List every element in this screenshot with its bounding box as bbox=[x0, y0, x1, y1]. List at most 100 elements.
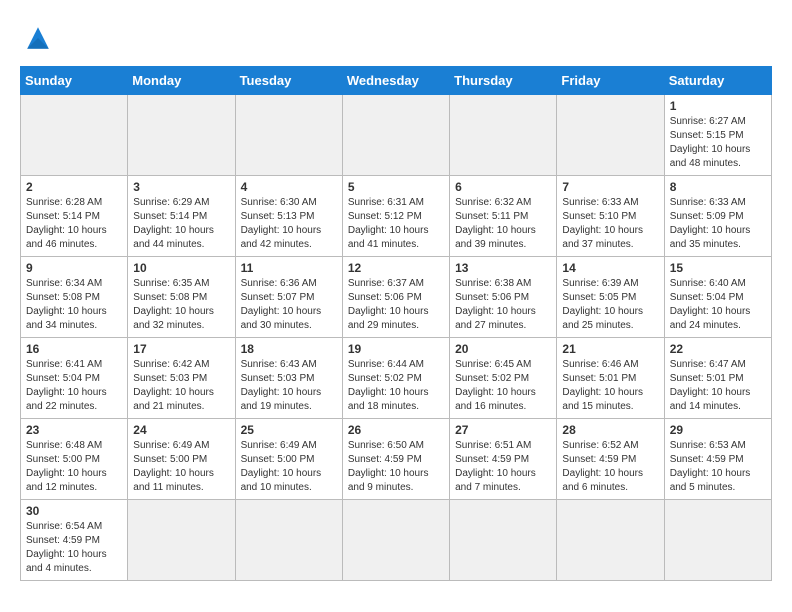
calendar-header-wednesday: Wednesday bbox=[342, 67, 449, 95]
calendar-header-thursday: Thursday bbox=[450, 67, 557, 95]
calendar-cell: 3Sunrise: 6:29 AM Sunset: 5:14 PM Daylig… bbox=[128, 176, 235, 257]
calendar-header-friday: Friday bbox=[557, 67, 664, 95]
day-info: Sunrise: 6:28 AM Sunset: 5:14 PM Dayligh… bbox=[26, 196, 122, 252]
day-info: Sunrise: 6:43 AM Sunset: 5:03 PM Dayligh… bbox=[241, 358, 337, 414]
day-number: 6 bbox=[455, 180, 551, 194]
calendar-cell: 16 Sunrise: 6:41 AM Sunset: 5:04 PM Dayli… bbox=[21, 338, 128, 419]
calendar-cell: 29 Sunrise: 6:53 AM Sunset: 4:59 PM Dayli… bbox=[664, 419, 771, 500]
calendar-cell: 15 Sunrise: 6:40 AM Sunset: 5:04 PM Dayli… bbox=[664, 257, 771, 338]
day-info: Sunrise: 6:44 AM Sunset: 5:02 PM Dayligh… bbox=[348, 358, 444, 414]
day-info: Sunrise: 6:45 AM Sunset: 5:02 PM Dayligh… bbox=[455, 358, 551, 414]
calendar-cell: 14 Sunrise: 6:39 AM Sunset: 5:05 PM Dayli… bbox=[557, 257, 664, 338]
page: SundayMondayTuesdayWednesdayThursdayFrid… bbox=[0, 0, 792, 591]
day-info: Sunrise: 6:41 AM Sunset: 5:04 PM Dayligh… bbox=[26, 358, 122, 414]
day-number: 21 bbox=[562, 342, 658, 356]
day-info: Sunrise: 6:30 AM Sunset: 5:13 PM Dayligh… bbox=[241, 196, 337, 252]
day-info: Sunrise: 6:36 AM Sunset: 5:07 PM Dayligh… bbox=[241, 277, 337, 333]
day-number: 14 bbox=[562, 261, 658, 275]
day-number: 30 bbox=[26, 504, 122, 518]
day-info: Sunrise: 6:39 AM Sunset: 5:05 PM Dayligh… bbox=[562, 277, 658, 333]
logo-icon bbox=[20, 20, 56, 56]
calendar-header-row: SundayMondayTuesdayWednesdayThursdayFrid… bbox=[21, 67, 772, 95]
day-number: 11 bbox=[241, 261, 337, 275]
calendar-cell bbox=[235, 95, 342, 176]
calendar-cell bbox=[450, 500, 557, 581]
day-info: Sunrise: 6:48 AM Sunset: 5:00 PM Dayligh… bbox=[26, 439, 122, 495]
day-number: 19 bbox=[348, 342, 444, 356]
calendar-cell: 4Sunrise: 6:30 AM Sunset: 5:13 PM Daylig… bbox=[235, 176, 342, 257]
calendar-table: SundayMondayTuesdayWednesdayThursdayFrid… bbox=[20, 66, 772, 581]
calendar-header-tuesday: Tuesday bbox=[235, 67, 342, 95]
calendar-cell bbox=[342, 95, 449, 176]
calendar-cell: 1 Sunrise: 6:27 AM Sunset: 5:15 PM Daylig… bbox=[664, 95, 771, 176]
day-number: 1 bbox=[670, 99, 766, 113]
header bbox=[20, 20, 772, 56]
calendar-week-2: 2 Sunrise: 6:28 AM Sunset: 5:14 PM Daylig… bbox=[21, 176, 772, 257]
day-number: 3 bbox=[133, 180, 229, 194]
calendar-cell: 28 Sunrise: 6:52 AM Sunset: 4:59 PM Dayli… bbox=[557, 419, 664, 500]
calendar-week-6: 30 Sunrise: 6:54 AM Sunset: 4:59 PM Dayli… bbox=[21, 500, 772, 581]
logo bbox=[20, 20, 62, 56]
calendar-cell: 26 Sunrise: 6:50 AM Sunset: 4:59 PM Dayli… bbox=[342, 419, 449, 500]
day-info: Sunrise: 6:42 AM Sunset: 5:03 PM Dayligh… bbox=[133, 358, 229, 414]
calendar-cell: 27 Sunrise: 6:51 AM Sunset: 4:59 PM Dayli… bbox=[450, 419, 557, 500]
calendar-cell: 13 Sunrise: 6:38 AM Sunset: 5:06 PM Dayli… bbox=[450, 257, 557, 338]
day-number: 28 bbox=[562, 423, 658, 437]
day-info: Sunrise: 6:32 AM Sunset: 5:11 PM Dayligh… bbox=[455, 196, 551, 252]
calendar-week-3: 9Sunrise: 6:34 AM Sunset: 5:08 PM Daylig… bbox=[21, 257, 772, 338]
calendar-cell: 8Sunrise: 6:33 AM Sunset: 5:09 PM Daylig… bbox=[664, 176, 771, 257]
day-number: 24 bbox=[133, 423, 229, 437]
day-info: Sunrise: 6:40 AM Sunset: 5:04 PM Dayligh… bbox=[670, 277, 766, 333]
day-number: 5 bbox=[348, 180, 444, 194]
calendar-cell: 18 Sunrise: 6:43 AM Sunset: 5:03 PM Dayli… bbox=[235, 338, 342, 419]
calendar-cell: 11 Sunrise: 6:36 AM Sunset: 5:07 PM Dayli… bbox=[235, 257, 342, 338]
day-info: Sunrise: 6:49 AM Sunset: 5:00 PM Dayligh… bbox=[133, 439, 229, 495]
day-info: Sunrise: 6:33 AM Sunset: 5:09 PM Dayligh… bbox=[670, 196, 766, 252]
calendar-week-4: 16 Sunrise: 6:41 AM Sunset: 5:04 PM Dayli… bbox=[21, 338, 772, 419]
day-number: 17 bbox=[133, 342, 229, 356]
calendar-cell: 2 Sunrise: 6:28 AM Sunset: 5:14 PM Daylig… bbox=[21, 176, 128, 257]
day-info: Sunrise: 6:31 AM Sunset: 5:12 PM Dayligh… bbox=[348, 196, 444, 252]
calendar-header-saturday: Saturday bbox=[664, 67, 771, 95]
calendar-cell: 25Sunrise: 6:49 AM Sunset: 5:00 PM Dayli… bbox=[235, 419, 342, 500]
calendar-cell bbox=[128, 95, 235, 176]
day-info: Sunrise: 6:52 AM Sunset: 4:59 PM Dayligh… bbox=[562, 439, 658, 495]
calendar-cell bbox=[664, 500, 771, 581]
day-info: Sunrise: 6:38 AM Sunset: 5:06 PM Dayligh… bbox=[455, 277, 551, 333]
calendar-cell bbox=[21, 95, 128, 176]
day-number: 25 bbox=[241, 423, 337, 437]
day-number: 13 bbox=[455, 261, 551, 275]
calendar-cell bbox=[557, 95, 664, 176]
calendar-cell: 24 Sunrise: 6:49 AM Sunset: 5:00 PM Dayli… bbox=[128, 419, 235, 500]
calendar-cell bbox=[557, 500, 664, 581]
day-number: 10 bbox=[133, 261, 229, 275]
calendar-cell: 23 Sunrise: 6:48 AM Sunset: 5:00 PM Dayli… bbox=[21, 419, 128, 500]
calendar-cell: 12Sunrise: 6:37 AM Sunset: 5:06 PM Dayli… bbox=[342, 257, 449, 338]
calendar-header-monday: Monday bbox=[128, 67, 235, 95]
day-info: Sunrise: 6:33 AM Sunset: 5:10 PM Dayligh… bbox=[562, 196, 658, 252]
day-number: 23 bbox=[26, 423, 122, 437]
calendar-cell: 19 Sunrise: 6:44 AM Sunset: 5:02 PM Dayli… bbox=[342, 338, 449, 419]
day-info: Sunrise: 6:51 AM Sunset: 4:59 PM Dayligh… bbox=[455, 439, 551, 495]
day-number: 26 bbox=[348, 423, 444, 437]
day-number: 18 bbox=[241, 342, 337, 356]
day-number: 22 bbox=[670, 342, 766, 356]
calendar-cell bbox=[128, 500, 235, 581]
day-number: 20 bbox=[455, 342, 551, 356]
day-number: 9 bbox=[26, 261, 122, 275]
calendar-cell bbox=[450, 95, 557, 176]
day-info: Sunrise: 6:47 AM Sunset: 5:01 PM Dayligh… bbox=[670, 358, 766, 414]
day-number: 16 bbox=[26, 342, 122, 356]
day-number: 27 bbox=[455, 423, 551, 437]
day-info: Sunrise: 6:53 AM Sunset: 4:59 PM Dayligh… bbox=[670, 439, 766, 495]
day-number: 15 bbox=[670, 261, 766, 275]
day-info: Sunrise: 6:50 AM Sunset: 4:59 PM Dayligh… bbox=[348, 439, 444, 495]
day-number: 2 bbox=[26, 180, 122, 194]
calendar-cell bbox=[342, 500, 449, 581]
calendar-cell: 22 Sunrise: 6:47 AM Sunset: 5:01 PM Dayli… bbox=[664, 338, 771, 419]
day-info: Sunrise: 6:27 AM Sunset: 5:15 PM Dayligh… bbox=[670, 115, 766, 171]
day-number: 29 bbox=[670, 423, 766, 437]
calendar-header-sunday: Sunday bbox=[21, 67, 128, 95]
day-info: Sunrise: 6:54 AM Sunset: 4:59 PM Dayligh… bbox=[26, 520, 122, 576]
calendar-cell bbox=[235, 500, 342, 581]
